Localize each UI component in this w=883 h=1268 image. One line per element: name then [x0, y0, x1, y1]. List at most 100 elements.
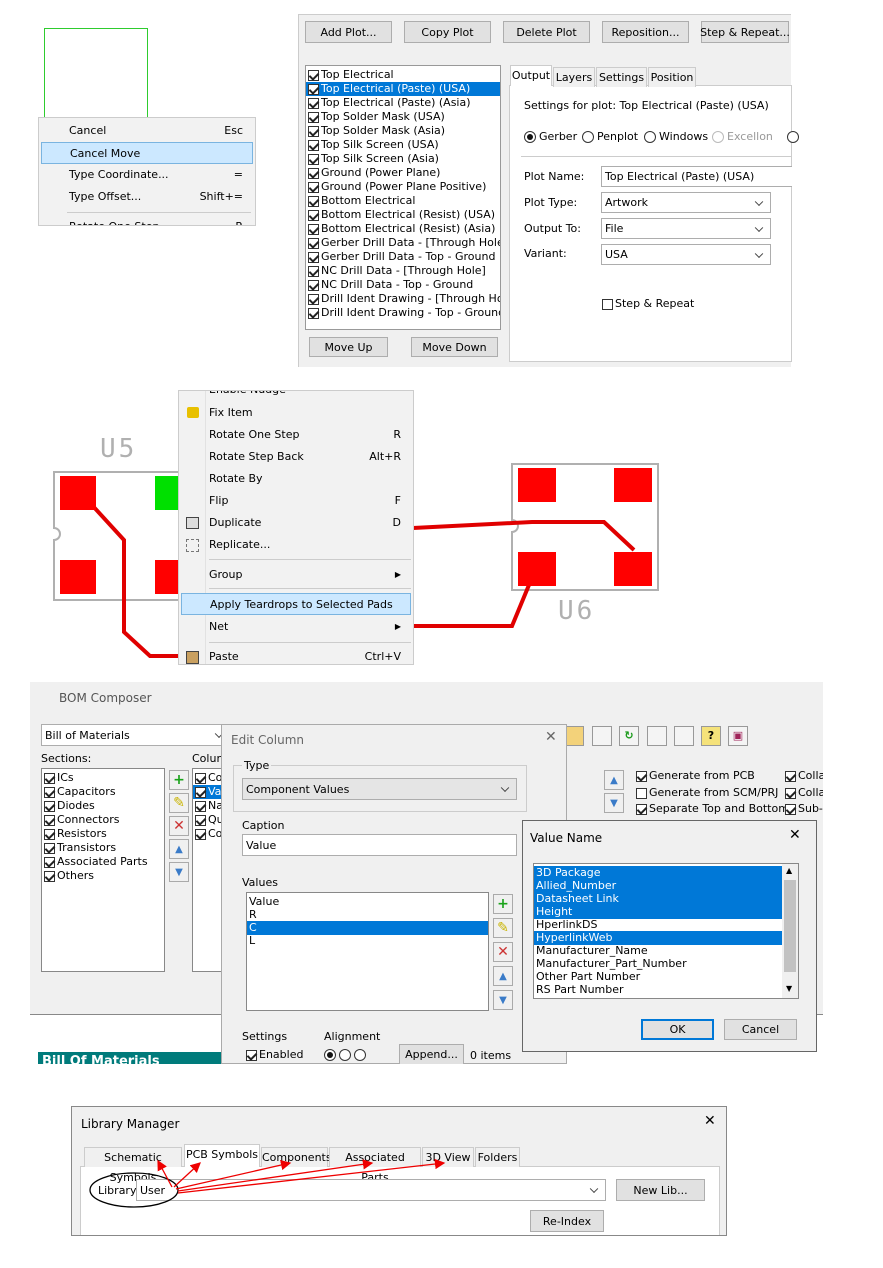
- option-separate-top-bottom[interactable]: Separate Top and Bottom: [636, 802, 789, 815]
- edit-section-button[interactable]: ✎: [169, 793, 189, 813]
- move-section-up-button[interactable]: ▲: [169, 839, 189, 859]
- print-icon[interactable]: [647, 726, 667, 746]
- plot-list-item[interactable]: Bottom Electrical (Resist) (Asia): [306, 222, 500, 236]
- checkbox[interactable]: [308, 125, 319, 137]
- checkbox[interactable]: [308, 181, 319, 193]
- tab-layers[interactable]: Layers: [553, 67, 595, 87]
- enabled-checkbox[interactable]: Enabled: [246, 1048, 303, 1061]
- plot-list[interactable]: Top Electrical Top Electrical (Paste) (US…: [305, 65, 501, 330]
- plot-list-item[interactable]: Drill Ident Drawing - Top - Ground: [306, 306, 500, 320]
- value-name-item[interactable]: Other Part Number: [534, 970, 798, 984]
- checkbox[interactable]: [195, 786, 206, 798]
- plot-list-item[interactable]: Top Electrical: [306, 68, 500, 82]
- plot-list-item[interactable]: NC Drill Data - [Through Hole]: [306, 264, 500, 278]
- checkbox[interactable]: [44, 870, 55, 882]
- close-icon[interactable]: ✕: [789, 827, 801, 843]
- add-section-button[interactable]: +: [169, 770, 189, 790]
- checkbox[interactable]: [308, 139, 319, 151]
- checkbox[interactable]: [308, 111, 319, 123]
- value-item[interactable]: R: [247, 908, 488, 922]
- plot-list-item[interactable]: Drill Ident Drawing - [Through Hole]: [306, 292, 500, 306]
- column-item[interactable]: Na: [193, 799, 221, 813]
- open-folder-icon[interactable]: [564, 726, 584, 746]
- move-up-button[interactable]: Move Up: [309, 337, 388, 357]
- value-name-item[interactable]: Height: [534, 905, 798, 919]
- scroll-down-icon[interactable]: ▼: [786, 984, 792, 993]
- checkbox[interactable]: [308, 69, 319, 81]
- menu-item-fix-item[interactable]: Fix Item: [179, 402, 413, 424]
- value-item[interactable]: Value: [247, 895, 488, 909]
- values-list[interactable]: Value R C L: [246, 892, 489, 1011]
- checkbox[interactable]: [308, 83, 319, 95]
- delete-plot-button[interactable]: Delete Plot: [503, 21, 590, 43]
- checkbox[interactable]: [195, 772, 206, 784]
- plot-list-item[interactable]: Top Electrical (Paste) (Asia): [306, 96, 500, 110]
- add-plot-button[interactable]: Add Plot...: [305, 21, 392, 43]
- menu-item-replicate[interactable]: Replicate...: [179, 534, 413, 556]
- section-item[interactable]: Connectors: [42, 813, 164, 827]
- checkbox[interactable]: [44, 814, 55, 826]
- scroll-up-icon[interactable]: ▲: [786, 866, 792, 875]
- value-name-item[interactable]: Supplier Name: [534, 996, 798, 998]
- checkbox[interactable]: [308, 265, 319, 277]
- checkbox[interactable]: [308, 251, 319, 263]
- cancel-button[interactable]: Cancel: [724, 1019, 797, 1040]
- save-icon[interactable]: ▣: [728, 726, 748, 746]
- column-item[interactable]: Co: [193, 827, 221, 841]
- option-collapse-1[interactable]: Colla: [785, 769, 823, 782]
- checkbox[interactable]: [308, 97, 319, 109]
- column-item[interactable]: Co: [193, 771, 221, 785]
- option-sub[interactable]: Sub-: [785, 802, 823, 815]
- section-item[interactable]: Associated Parts: [42, 855, 164, 869]
- caption-input[interactable]: Value: [242, 834, 517, 856]
- checkbox[interactable]: [195, 828, 206, 840]
- plot-list-item[interactable]: Top Solder Mask (Asia): [306, 124, 500, 138]
- plot-list-item[interactable]: Gerber Drill Data - [Through Hole]: [306, 236, 500, 250]
- menu-item-net[interactable]: Net ▶: [179, 616, 413, 638]
- checkbox[interactable]: [195, 814, 206, 826]
- section-item[interactable]: Resistors: [42, 827, 164, 841]
- checkbox[interactable]: [308, 223, 319, 235]
- value-item[interactable]: C: [247, 921, 488, 935]
- tab-position[interactable]: Position: [648, 67, 696, 87]
- edit-value-button[interactable]: ✎: [493, 918, 513, 938]
- plot-list-item[interactable]: Top Solder Mask (USA): [306, 110, 500, 124]
- format-penplot[interactable]: Penplot: [582, 130, 638, 143]
- plot-type-select[interactable]: Artwork: [601, 192, 771, 213]
- alignment-radios[interactable]: [324, 1048, 369, 1061]
- checkbox[interactable]: [308, 195, 319, 207]
- plot-list-item[interactable]: Ground (Power Plane): [306, 166, 500, 180]
- value-name-item[interactable]: Allied_Number: [534, 879, 798, 893]
- section-item[interactable]: ICs: [42, 771, 164, 785]
- add-value-button[interactable]: +: [493, 894, 513, 914]
- column-item[interactable]: Qu: [193, 813, 221, 827]
- move-value-up-button[interactable]: ▲: [493, 966, 513, 986]
- help-icon[interactable]: ?: [701, 726, 721, 746]
- type-select[interactable]: Component Values: [242, 778, 517, 800]
- value-name-scrollbar[interactable]: ▲ ▼: [782, 864, 798, 998]
- checkbox[interactable]: [308, 279, 319, 291]
- variant-select[interactable]: USA: [601, 244, 771, 265]
- value-name-item[interactable]: Manufacturer_Name: [534, 944, 798, 958]
- move-column-down-button[interactable]: ▼: [604, 793, 624, 813]
- delete-section-button[interactable]: ✕: [169, 816, 189, 836]
- menu-item-rotate-step-back[interactable]: Rotate Step Back Alt+R: [179, 446, 413, 468]
- reposition-button[interactable]: Reposition...: [602, 21, 689, 43]
- section-item[interactable]: Diodes: [42, 799, 164, 813]
- output-to-select[interactable]: File: [601, 218, 771, 239]
- move-value-down-button[interactable]: ▼: [493, 990, 513, 1010]
- plot-list-item[interactable]: Ground (Power Plane Positive): [306, 180, 500, 194]
- checkbox[interactable]: [44, 786, 55, 798]
- move-section-down-button[interactable]: ▼: [169, 862, 189, 882]
- menu-item-apply-teardrops[interactable]: Apply Teardrops to Selected Pads: [181, 593, 411, 615]
- tab-output[interactable]: Output: [510, 65, 552, 86]
- checkbox[interactable]: [308, 237, 319, 249]
- plot-list-item[interactable]: Bottom Electrical: [306, 194, 500, 208]
- column-item[interactable]: Va: [193, 785, 221, 799]
- plot-name-input[interactable]: Top Electrical (Paste) (USA): [601, 166, 792, 187]
- checkbox[interactable]: [44, 828, 55, 840]
- append-button[interactable]: Append...: [399, 1044, 464, 1064]
- copy-plot-button[interactable]: Copy Plot: [404, 21, 491, 43]
- menu-item-cancel-move[interactable]: Cancel Move: [41, 142, 253, 164]
- checkbox[interactable]: [44, 842, 55, 854]
